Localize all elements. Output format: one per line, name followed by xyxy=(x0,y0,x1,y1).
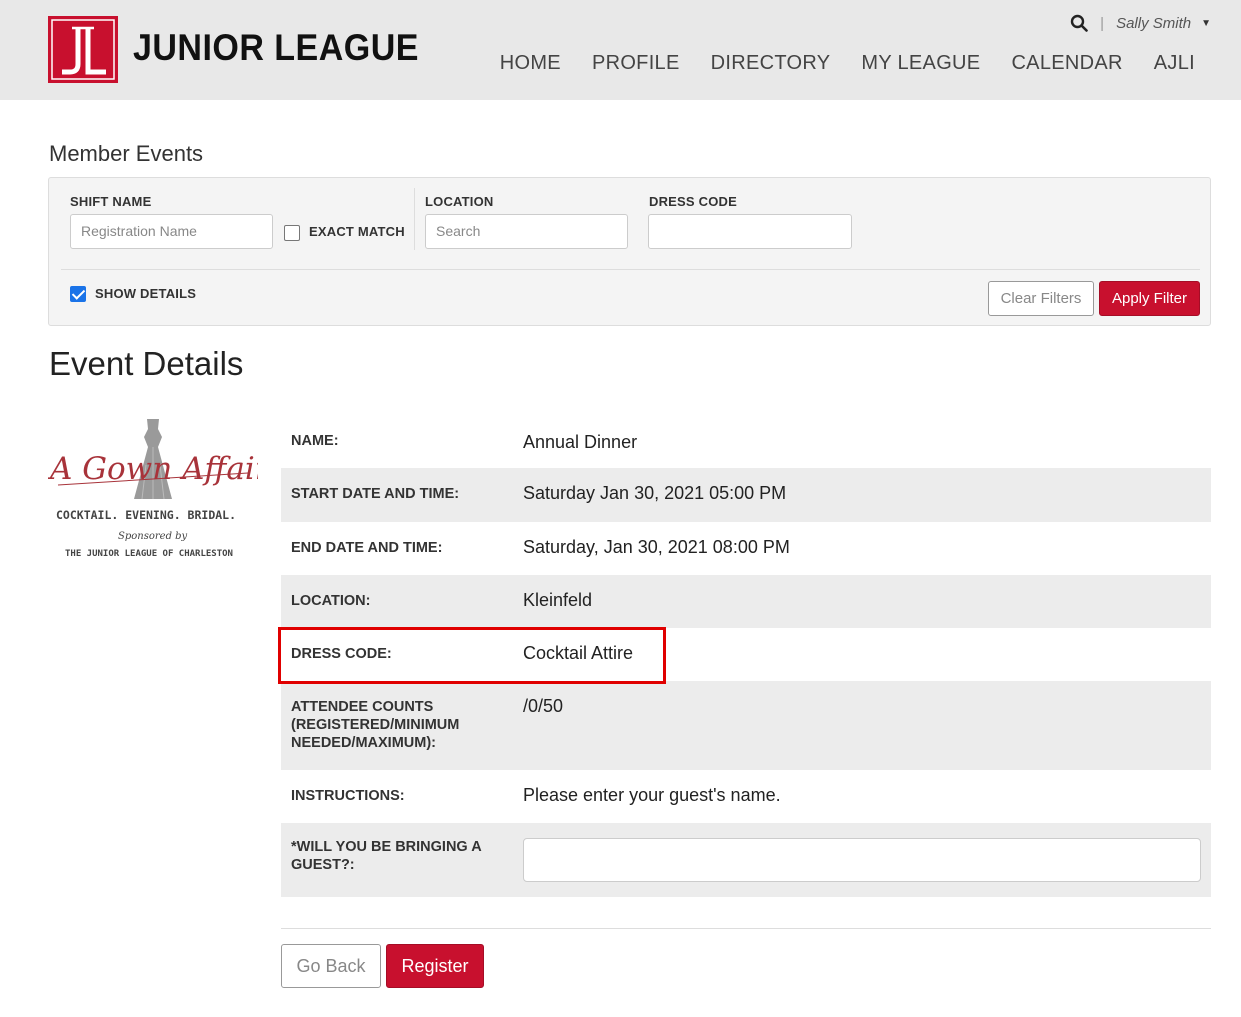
detail-label: LOCATION: xyxy=(291,593,371,609)
svg-text:Sponsored by: Sponsored by xyxy=(118,531,188,542)
member-events-title: Member Events xyxy=(49,141,204,166)
detail-value: Kleinfeld xyxy=(523,590,593,610)
go-back-button[interactable]: Go Back xyxy=(281,944,381,988)
nav-calendar[interactable]: CALENDAR xyxy=(1011,52,1122,75)
detail-row-end: END DATE AND TIME: Saturday, Jan 30, 202… xyxy=(281,522,1211,575)
shift-name-input[interactable]: Registration Name xyxy=(70,214,273,249)
detail-label: START DATE AND TIME: xyxy=(291,486,460,502)
detail-value: Please enter your guest's name. xyxy=(523,785,781,805)
detail-label: ATTENDEE COUNTS (REGISTERED/MINIMUM NEED… xyxy=(291,699,460,751)
nav-directory[interactable]: DIRECTORY xyxy=(711,52,831,75)
guest-name-input[interactable] xyxy=(523,838,1201,882)
jl-monogram-icon xyxy=(51,19,115,80)
nav-profile[interactable]: PROFILE xyxy=(592,52,680,75)
apply-filter-button[interactable]: Apply Filter xyxy=(1099,281,1200,316)
detail-row-attendee-counts: ATTENDEE COUNTS (REGISTERED/MINIMUM NEED… xyxy=(281,681,1211,770)
detail-label: NAME: xyxy=(291,433,339,449)
nav-my-league[interactable]: MY LEAGUE xyxy=(861,52,980,75)
separator: | xyxy=(1100,14,1105,32)
show-details-label: SHOW DETAILS xyxy=(95,286,197,301)
detail-row-start: START DATE AND TIME: Saturday Jan 30, 20… xyxy=(281,468,1211,522)
gown-affair-logo-icon: A Gown Affair COCKTAIL. EVENING. BRIDAL.… xyxy=(47,419,272,559)
detail-label: INSTRUCTIONS: xyxy=(291,788,405,804)
filter-panel: SHIFT NAME Registration Name EXACT MATCH… xyxy=(48,177,1211,326)
divider xyxy=(281,928,1211,929)
brand-name[interactable]: JUNIOR LEAGUE xyxy=(133,27,419,69)
detail-value: Saturday Jan 30, 2021 05:00 PM xyxy=(523,483,787,503)
detail-row-location: LOCATION: Kleinfeld xyxy=(281,575,1211,628)
show-details-checkbox[interactable] xyxy=(70,286,86,302)
nav-home[interactable]: HOME xyxy=(500,52,561,75)
divider xyxy=(61,269,1200,270)
detail-label: *WILL YOU BE BRINGING A GUEST?: xyxy=(291,839,482,873)
search-icon[interactable] xyxy=(1070,14,1088,32)
detail-value: /0/50 xyxy=(523,696,564,716)
utility-bar: | Sally Smith ▼ xyxy=(1070,14,1211,32)
svg-text:COCKTAIL. EVENING. BRIDAL.: COCKTAIL. EVENING. BRIDAL. xyxy=(56,508,236,522)
register-button[interactable]: Register xyxy=(386,944,484,988)
nav-ajli[interactable]: AJLI xyxy=(1154,52,1195,75)
event-details-title: Event Details xyxy=(49,345,244,382)
dress-code-label: DRESS CODE xyxy=(649,194,737,209)
shift-name-label: SHIFT NAME xyxy=(70,194,152,209)
detail-row-guest: *WILL YOU BE BRINGING A GUEST?: xyxy=(281,823,1211,897)
exact-match-label: EXACT MATCH xyxy=(309,224,405,239)
dress-code-highlight xyxy=(278,627,666,684)
detail-row-name: NAME: Annual Dinner xyxy=(281,416,1211,468)
junior-league-logo[interactable] xyxy=(48,16,118,83)
event-logo: A Gown Affair COCKTAIL. EVENING. BRIDAL.… xyxy=(47,415,272,565)
detail-value: Annual Dinner xyxy=(523,432,638,452)
detail-value: Saturday, Jan 30, 2021 08:00 PM xyxy=(523,537,790,557)
location-label: LOCATION xyxy=(425,194,494,209)
dress-code-input[interactable] xyxy=(648,214,852,249)
svg-text:A Gown Affair: A Gown Affair xyxy=(48,451,258,487)
user-menu[interactable]: Sally Smith xyxy=(1116,15,1191,32)
chevron-down-icon[interactable]: ▼ xyxy=(1201,18,1211,29)
main-nav: HOME PROFILE DIRECTORY MY LEAGUE CALENDA… xyxy=(500,52,1195,75)
detail-row-instructions: INSTRUCTIONS: Please enter your guest's … xyxy=(281,770,1211,823)
site-header: JUNIOR LEAGUE | Sally Smith ▼ HOME PROFI… xyxy=(0,0,1241,100)
location-search-input[interactable]: Search xyxy=(425,214,628,249)
clear-filters-button[interactable]: Clear Filters xyxy=(988,281,1094,316)
exact-match-checkbox[interactable] xyxy=(284,225,300,241)
detail-label: END DATE AND TIME: xyxy=(291,540,443,556)
svg-text:THE JUNIOR LEAGUE OF CHARLESTO: THE JUNIOR LEAGUE OF CHARLESTON xyxy=(65,549,233,559)
divider xyxy=(414,188,415,250)
